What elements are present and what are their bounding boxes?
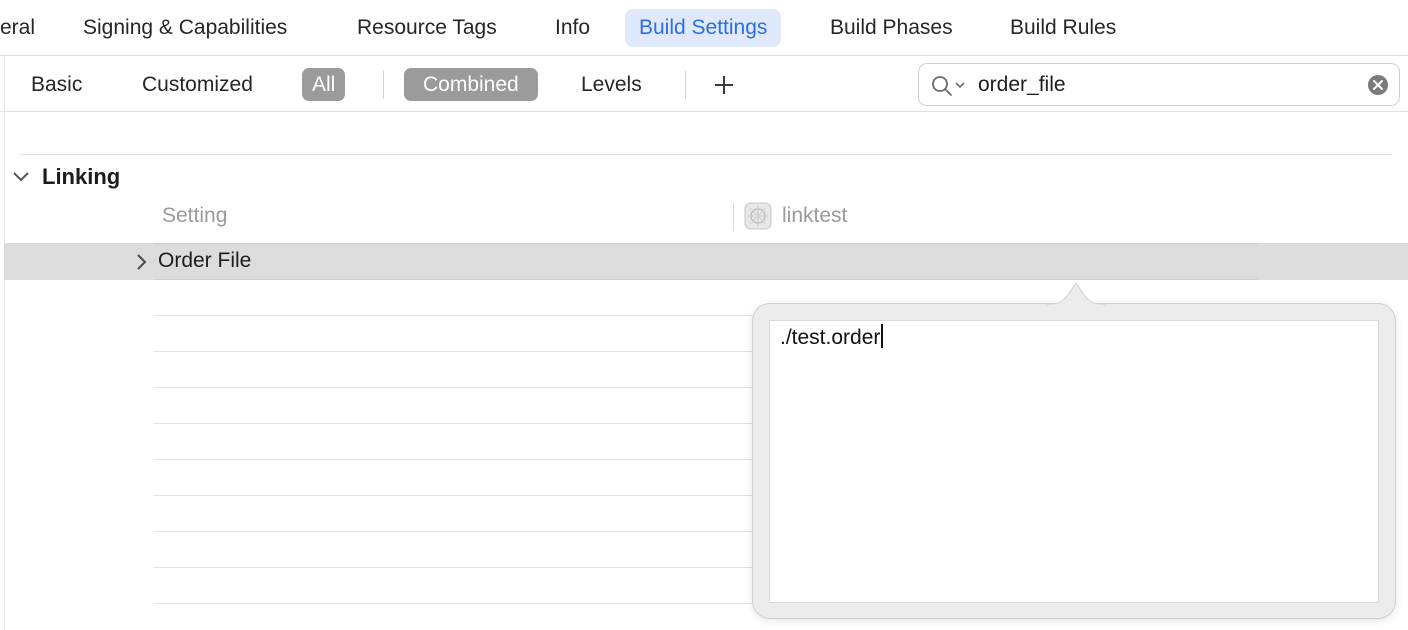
- column-divider: [733, 203, 734, 231]
- divider: [20, 154, 1392, 155]
- text-cursor: [881, 324, 884, 348]
- setting-row-label: Order File: [158, 249, 252, 272]
- tab-build-rules[interactable]: Build Rules: [996, 9, 1130, 47]
- view-levels-button[interactable]: Levels: [571, 68, 652, 101]
- filter-divider: [383, 70, 384, 99]
- search-input[interactable]: order_file: [978, 64, 1066, 105]
- tab-info[interactable]: Info: [541, 9, 604, 47]
- popover-arrow: [1046, 282, 1106, 306]
- chevron-down-icon[interactable]: [955, 82, 965, 89]
- empty-row-line: [154, 423, 752, 424]
- empty-row-line: [154, 567, 752, 568]
- value-text-content: ./test.order: [780, 326, 881, 349]
- pane-left-border: [4, 56, 5, 630]
- search-icon[interactable]: [931, 75, 953, 97]
- tab-general[interactable]: eral: [0, 9, 49, 47]
- empty-row-line: [154, 351, 752, 352]
- tab-signing-capabilities[interactable]: Signing & Capabilities: [69, 9, 301, 47]
- clear-search-icon[interactable]: [1367, 74, 1389, 96]
- empty-row-line: [154, 459, 752, 460]
- column-header-setting: Setting: [162, 204, 228, 227]
- target-app-icon: [744, 202, 772, 230]
- filter-customized-button[interactable]: Customized: [132, 68, 263, 101]
- tab-build-phases[interactable]: Build Phases: [816, 9, 967, 47]
- value-text[interactable]: ./test.order: [780, 324, 884, 350]
- section-title-linking[interactable]: Linking: [42, 164, 120, 190]
- editor-tab-bar: eral Signing & Capabilities Resource Tag…: [0, 0, 1408, 56]
- chevron-down-icon[interactable]: [12, 170, 30, 184]
- column-header-target: linktest: [782, 204, 848, 227]
- filter-all-button[interactable]: All: [302, 68, 346, 101]
- empty-row-line: [154, 495, 752, 496]
- tab-build-settings[interactable]: Build Settings: [625, 9, 782, 47]
- row-border: [154, 243, 1258, 280]
- empty-row-line: [154, 315, 752, 316]
- build-settings-filter-bar: Basic Customized All Combined Levels ord…: [0, 56, 1408, 112]
- empty-row-line: [154, 603, 752, 604]
- value-text-editor[interactable]: [769, 320, 1379, 603]
- empty-row-line: [154, 531, 752, 532]
- search-field[interactable]: order_file: [918, 63, 1400, 106]
- chevron-right-icon[interactable]: [134, 252, 148, 272]
- empty-row-line: [154, 387, 752, 388]
- tab-resource-tags[interactable]: Resource Tags: [343, 9, 511, 47]
- filter-divider: [685, 70, 686, 99]
- add-setting-button[interactable]: [711, 70, 737, 99]
- plus-icon: [715, 76, 733, 94]
- view-combined-button[interactable]: Combined: [404, 68, 538, 101]
- filter-basic-button[interactable]: Basic: [21, 68, 92, 101]
